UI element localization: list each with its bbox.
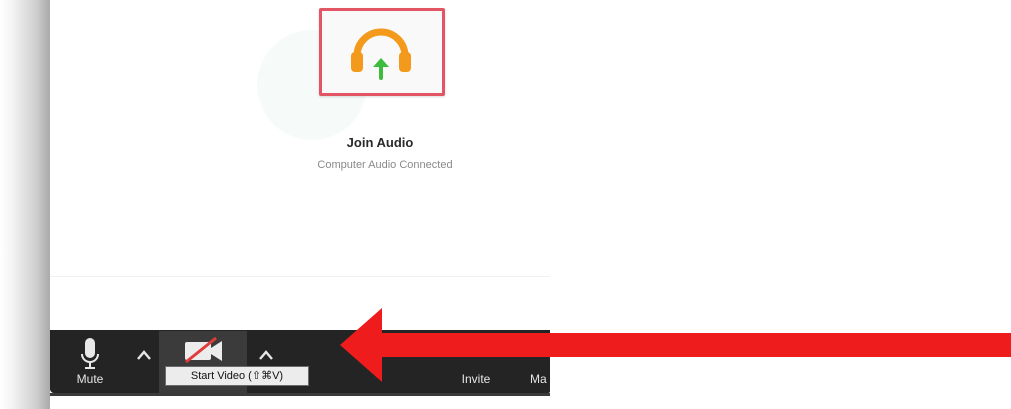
headphones-icon[interactable] — [345, 16, 417, 88]
microphone-icon — [81, 338, 99, 369]
start-video-tooltip: Start Video (⇧⌘V) — [165, 366, 309, 386]
mute-label: Mute — [76, 372, 104, 386]
audio-options-chevron-up-icon[interactable] — [136, 349, 152, 361]
annotation-arrow-icon — [340, 308, 1011, 382]
content-divider — [50, 276, 550, 277]
join-audio-label[interactable]: Join Audio — [280, 135, 480, 150]
window-edge-shadow — [0, 0, 52, 409]
audio-status-text: Computer Audio Connected — [317, 159, 453, 171]
video-off-camera-icon — [185, 336, 222, 364]
toolbar-bottom-edge — [50, 393, 550, 396]
video-options-chevron-up-icon[interactable] — [258, 349, 274, 361]
